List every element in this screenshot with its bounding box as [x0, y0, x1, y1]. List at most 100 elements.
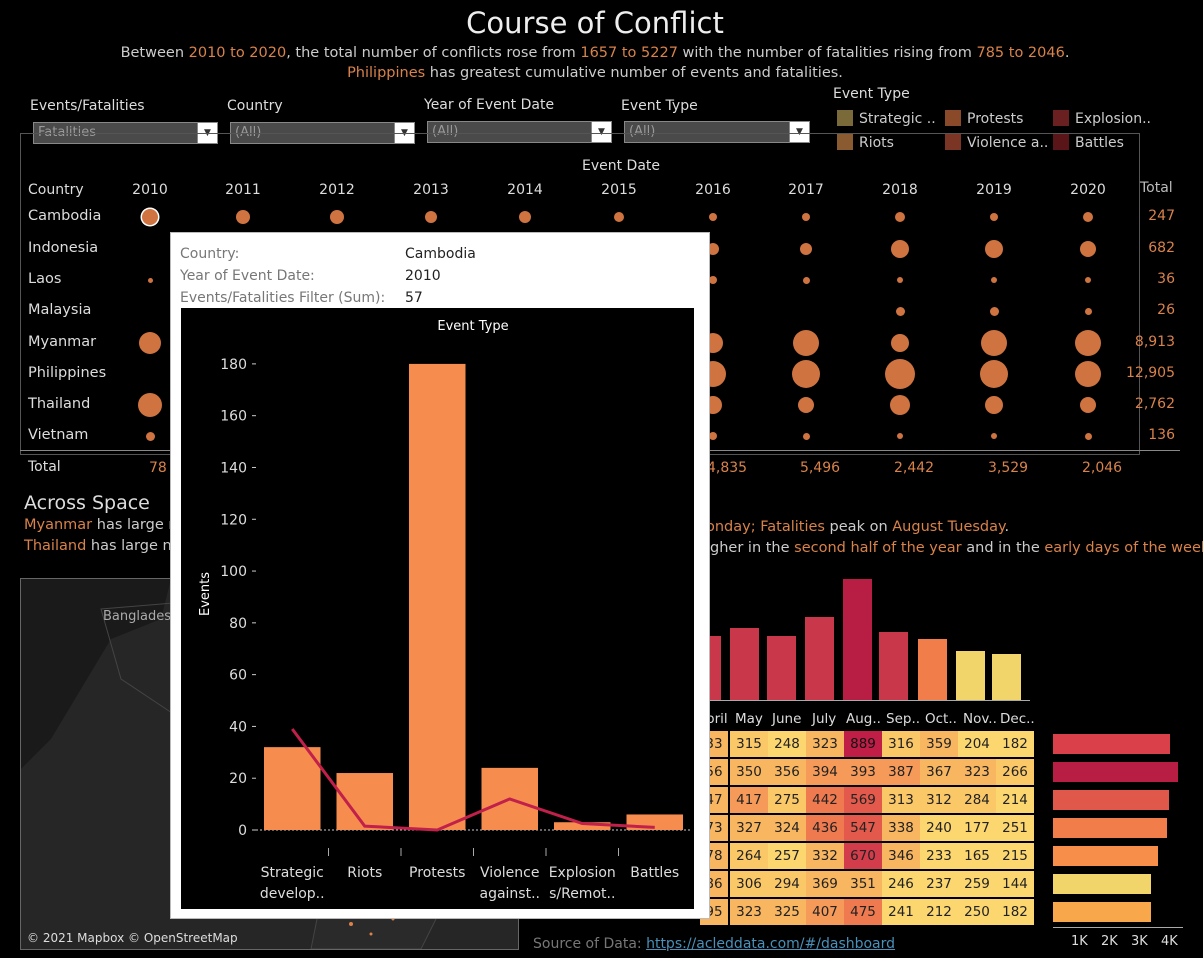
weekday-bar[interactable] [1053, 734, 1170, 754]
bubble-mark[interactable] [885, 359, 915, 389]
heatmap-cell[interactable]: 436 [806, 815, 844, 841]
heatmap-cell[interactable]: 306 [730, 871, 768, 897]
bubble-mark[interactable] [138, 393, 162, 417]
heatmap-cell[interactable]: 323 [806, 731, 844, 757]
heatmap-cell[interactable]: 294 [768, 871, 806, 897]
bubble-mark[interactable] [802, 432, 810, 440]
weekday-bar[interactable] [1053, 790, 1169, 810]
event-type-bar[interactable] [409, 363, 466, 830]
bubble-mark[interactable] [897, 277, 903, 283]
heatmap-cell[interactable]: 215 [996, 843, 1034, 869]
heatmap[interactable]: 33 315 248 323 889 316 359 204 182 56 350 356 394 393… [700, 731, 1040, 927]
heatmap-cell[interactable]: 350 [730, 759, 768, 785]
heatmap-cell[interactable]: 323 [730, 899, 768, 925]
heatmap-cell[interactable]: 237 [920, 871, 958, 897]
heatmap-cell[interactable]: 250 [958, 899, 996, 925]
heatmap-cell[interactable]: 346 [882, 843, 920, 869]
monthly-bar-chart[interactable] [700, 570, 1030, 700]
heatmap-cell[interactable]: 351 [844, 871, 882, 897]
bubble-mark[interactable] [1085, 277, 1091, 283]
bubble-mark[interactable] [985, 396, 1003, 414]
heatmap-cell[interactable]: 248 [768, 731, 806, 757]
heatmap-cell[interactable]: 144 [996, 871, 1034, 897]
heatmap-cell[interactable]: 251 [996, 815, 1034, 841]
heatmap-cell[interactable]: 204 [958, 731, 996, 757]
heatmap-cell[interactable]: 393 [844, 759, 882, 785]
bubble-mark[interactable] [709, 276, 717, 284]
heatmap-cell[interactable]: 338 [882, 815, 920, 841]
bubble-mark[interactable] [891, 334, 909, 352]
event-type-bar[interactable] [264, 747, 321, 830]
bubble-mark[interactable] [985, 240, 1003, 258]
bubble-mark[interactable] [145, 431, 155, 441]
bubble-mark[interactable] [991, 433, 997, 439]
bubble-mark[interactable] [709, 432, 717, 440]
heatmap-cell[interactable]: 259 [958, 871, 996, 897]
month-bar[interactable] [956, 651, 985, 700]
bubble-mark[interactable] [798, 397, 814, 413]
bubble-mark[interactable] [1084, 307, 1092, 315]
month-bar[interactable] [843, 579, 872, 700]
heatmap-cell[interactable]: 332 [806, 843, 844, 869]
bubble-mark[interactable] [981, 330, 1007, 356]
heatmap-cell[interactable]: 182 [996, 731, 1034, 757]
bubble-mark[interactable] [614, 212, 624, 222]
heatmap-cell[interactable]: 359 [920, 731, 958, 757]
heatmap-cell[interactable]: 284 [958, 787, 996, 813]
heatmap-cell[interactable]: 325 [768, 899, 806, 925]
month-bar[interactable] [730, 628, 759, 700]
heatmap-cell[interactable]: 316 [882, 731, 920, 757]
heatmap-cell[interactable]: 387 [882, 759, 920, 785]
bubble-mark[interactable] [895, 306, 905, 316]
heatmap-cell[interactable]: 177 [958, 815, 996, 841]
bubble-mark[interactable] [139, 332, 161, 354]
month-bar[interactable] [879, 632, 908, 700]
bubble-mark[interactable] [991, 277, 997, 283]
bubble-mark[interactable] [792, 360, 820, 388]
heatmap-cell[interactable]: 266 [996, 759, 1034, 785]
weekday-bar[interactable] [1053, 874, 1151, 894]
heatmap-cell[interactable]: 670 [844, 843, 882, 869]
bubble-mark[interactable] [990, 213, 998, 221]
heatmap-cell[interactable]: 369 [806, 871, 844, 897]
bubble-mark[interactable] [802, 276, 810, 284]
legend-item-strategic[interactable]: Strategic .. [837, 110, 936, 127]
bubble-mark[interactable] [425, 211, 437, 223]
weekday-bar[interactable] [1053, 818, 1167, 838]
weekday-bar[interactable] [1053, 846, 1158, 866]
heatmap-cell[interactable]: 569 [844, 787, 882, 813]
heatmap-cell[interactable]: 889 [844, 731, 882, 757]
bubble-mark[interactable] [793, 330, 819, 356]
heatmap-cell[interactable]: 264 [730, 843, 768, 869]
heatmap-cell[interactable]: 233 [920, 843, 958, 869]
bubble-mark[interactable] [891, 240, 909, 258]
bubble-mark[interactable] [519, 211, 531, 223]
bubble-mark[interactable] [1075, 361, 1101, 387]
heatmap-cell[interactable]: 312 [920, 787, 958, 813]
source-link[interactable]: https://acleddata.com/#/dashboard [646, 936, 895, 952]
heatmap-cell[interactable]: 240 [920, 815, 958, 841]
bubble-mark[interactable] [980, 360, 1008, 388]
month-bar[interactable] [767, 636, 796, 700]
bubble-mark[interactable] [890, 395, 910, 415]
heatmap-cell[interactable]: 547 [844, 815, 882, 841]
bubble-mark[interactable] [895, 212, 905, 222]
weekday-bar[interactable] [1053, 762, 1178, 782]
bubble-mark[interactable] [1080, 397, 1096, 413]
bubble-mark[interactable] [1080, 241, 1096, 257]
month-bar[interactable] [805, 617, 834, 700]
bubble-mark[interactable] [1075, 330, 1101, 356]
heatmap-cell[interactable]: 182 [996, 899, 1034, 925]
heatmap-cell[interactable]: 212 [920, 899, 958, 925]
heatmap-cell[interactable]: 442 [806, 787, 844, 813]
month-bar[interactable] [918, 639, 947, 700]
month-bar[interactable] [992, 654, 1021, 700]
bubble-mark[interactable] [142, 209, 158, 225]
weekday-bar-chart[interactable] [1053, 731, 1188, 927]
heatmap-cell[interactable]: 323 [958, 759, 996, 785]
bubble-mark[interactable] [802, 213, 810, 221]
heatmap-cell[interactable]: 407 [806, 899, 844, 925]
heatmap-cell[interactable]: 214 [996, 787, 1034, 813]
heatmap-cell[interactable]: 417 [730, 787, 768, 813]
bubble-mark[interactable] [709, 213, 717, 221]
